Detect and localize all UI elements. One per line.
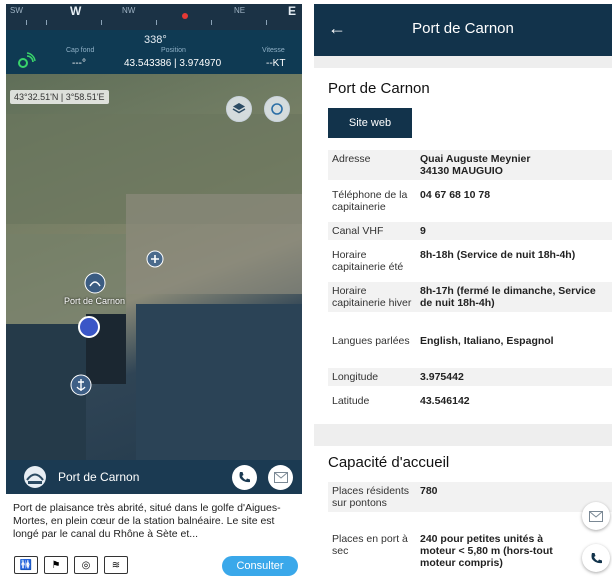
info-row-phone: Téléphone de la capitainerie 04 67 68 10… bbox=[328, 186, 612, 216]
capacity-row-pontoons: Places résidents sur pontons 780 bbox=[328, 482, 612, 512]
selected-location-icon[interactable] bbox=[78, 316, 100, 338]
map-sea bbox=[136, 304, 302, 460]
anchor-icon[interactable] bbox=[70, 374, 92, 396]
compass-tick bbox=[101, 20, 102, 25]
mail-icon bbox=[273, 472, 288, 483]
phone-icon bbox=[239, 472, 250, 483]
compass-strip: SW W NW NE E bbox=[6, 4, 302, 30]
location-description: Port de plaisance très abrité, situé dan… bbox=[13, 502, 281, 540]
info-row-value: 8h-18h (Service de nuit 18h-4h) bbox=[420, 249, 576, 261]
info-row-key: Latitude bbox=[332, 395, 370, 407]
navigation-info-bar: 338° Cap fond ---° Position 43.543386 | … bbox=[6, 30, 302, 74]
wifi-icon: ≋ bbox=[104, 556, 128, 574]
compass-tick bbox=[156, 20, 157, 25]
info-row-key: Téléphone de la capitainerie bbox=[332, 189, 408, 213]
info-row-value: 240 pour petites unités à moteur < 5,80 … bbox=[420, 533, 553, 569]
info-row-value: 3.975442 bbox=[420, 371, 464, 383]
call-fab[interactable] bbox=[582, 544, 610, 572]
map-marker-label: Port de Carnon bbox=[64, 296, 126, 306]
info-row-winter-hours: Horaire capitainerie hiver 8h-17h (fermé… bbox=[328, 282, 612, 312]
compass-label-e: E bbox=[288, 4, 297, 18]
compass-label-ne: NE bbox=[234, 6, 246, 15]
location-card-title: Port de Carnon bbox=[58, 470, 140, 484]
satellite-icon[interactable] bbox=[16, 52, 36, 70]
location-card[interactable]: Port de Carnon Port de plaisance très ab… bbox=[6, 460, 302, 584]
consult-button[interactable]: Consulter bbox=[222, 556, 298, 576]
info-row-latitude: Latitude 43.546142 bbox=[328, 392, 612, 410]
info-row-key: Horaire capitainerie hiver bbox=[332, 285, 412, 309]
shower-icon: ⚑ bbox=[44, 556, 68, 574]
email-button[interactable] bbox=[268, 465, 293, 490]
capacity-row-dry-port: Places en port à sec 240 pour petites un… bbox=[328, 530, 580, 572]
phone-icon bbox=[591, 552, 602, 563]
layers-icon bbox=[232, 103, 246, 114]
mail-icon bbox=[589, 510, 603, 522]
satellite-map[interactable]: 43°32.51'N | 3°58.51'E Port de Carnon bbox=[6, 74, 302, 460]
section-divider bbox=[314, 424, 612, 446]
position-label: Position bbox=[161, 47, 186, 54]
location-card-header: Port de Carnon bbox=[6, 460, 302, 494]
info-row-summer-hours: Horaire capitainerie été 8h-18h (Service… bbox=[328, 246, 612, 276]
north-marker-icon bbox=[182, 13, 188, 19]
harbour-name-heading: Port de Carnon bbox=[328, 80, 430, 97]
locate-button[interactable] bbox=[264, 96, 290, 122]
speed-value: --KT bbox=[266, 58, 286, 69]
amenities-row: 🚻 ⚑ ◎ ≋ bbox=[14, 556, 128, 574]
marina-plus-icon[interactable] bbox=[146, 250, 164, 268]
map-screen: SW W NW NE E 338° Cap fond ---° Position… bbox=[6, 4, 302, 584]
info-row-value: 9 bbox=[420, 225, 426, 237]
info-row-key: Places en port à sec bbox=[332, 533, 408, 557]
info-row-value: 8h-17h (fermé le dimanche, Service de nu… bbox=[420, 285, 596, 309]
compass-label-nw: NW bbox=[122, 6, 136, 15]
compass-label-w: W bbox=[70, 4, 82, 18]
info-row-key: Adresse bbox=[332, 153, 371, 165]
compass-tick bbox=[266, 20, 267, 25]
heading-value: 338° bbox=[144, 34, 167, 46]
info-row-key: Longitude bbox=[332, 371, 379, 383]
section-divider bbox=[314, 56, 612, 68]
top-app-bar: ← Port de Carnon bbox=[314, 4, 612, 56]
info-row-key: Places résidents sur pontons bbox=[332, 485, 410, 509]
info-row-vhf: Canal VHF 9 bbox=[328, 222, 612, 240]
coordinates-chip: 43°32.51'N | 3°58.51'E bbox=[10, 90, 109, 104]
website-button[interactable]: Site web bbox=[328, 108, 412, 138]
compass-tick bbox=[211, 20, 212, 25]
layers-button[interactable] bbox=[226, 96, 252, 122]
compass-label-sw: SW bbox=[10, 6, 23, 15]
info-row-value: 780 bbox=[420, 485, 438, 497]
info-row-key: Canal VHF bbox=[332, 225, 384, 237]
info-row-value: 43.546142 bbox=[420, 395, 470, 407]
capacity-heading: Capacité d'accueil bbox=[328, 454, 450, 471]
speed-label: Vitesse bbox=[262, 47, 285, 54]
position-value: 43.543386 | 3.974970 bbox=[124, 58, 222, 69]
harbour-detail-screen: ← Port de Carnon Port de Carnon Site web… bbox=[314, 4, 612, 584]
compass-tick bbox=[26, 20, 27, 25]
page-title: Port de Carnon bbox=[412, 20, 514, 37]
course-value: ---° bbox=[72, 58, 86, 69]
email-fab[interactable] bbox=[582, 502, 610, 530]
info-row-value[interactable]: 04 67 68 10 78 bbox=[416, 186, 612, 216]
compass-tick bbox=[46, 20, 47, 25]
call-button[interactable] bbox=[232, 465, 257, 490]
washing-machine-icon: ◎ bbox=[74, 556, 98, 574]
info-row-key: Langues parlées bbox=[332, 335, 410, 347]
info-row-longitude: Longitude 3.975442 bbox=[328, 368, 612, 386]
info-row-languages: Langues parlées English, Italiano, Espag… bbox=[328, 332, 612, 350]
info-row-value: Quai Auguste Meynier 34130 MAUGUIO bbox=[420, 153, 531, 177]
course-label: Cap fond bbox=[66, 47, 95, 54]
map-town-area bbox=[126, 194, 302, 294]
toilets-icon: 🚻 bbox=[14, 556, 38, 574]
info-row-key: Horaire capitainerie été bbox=[332, 249, 404, 273]
harbour-marker-icon[interactable] bbox=[84, 272, 106, 294]
info-row-value: English, Italiano, Espagnol bbox=[420, 335, 554, 347]
harbour-logo-icon bbox=[24, 466, 46, 488]
locate-icon bbox=[271, 103, 283, 115]
info-row-address: Adresse Quai Auguste Meynier 34130 MAUGU… bbox=[328, 150, 612, 180]
